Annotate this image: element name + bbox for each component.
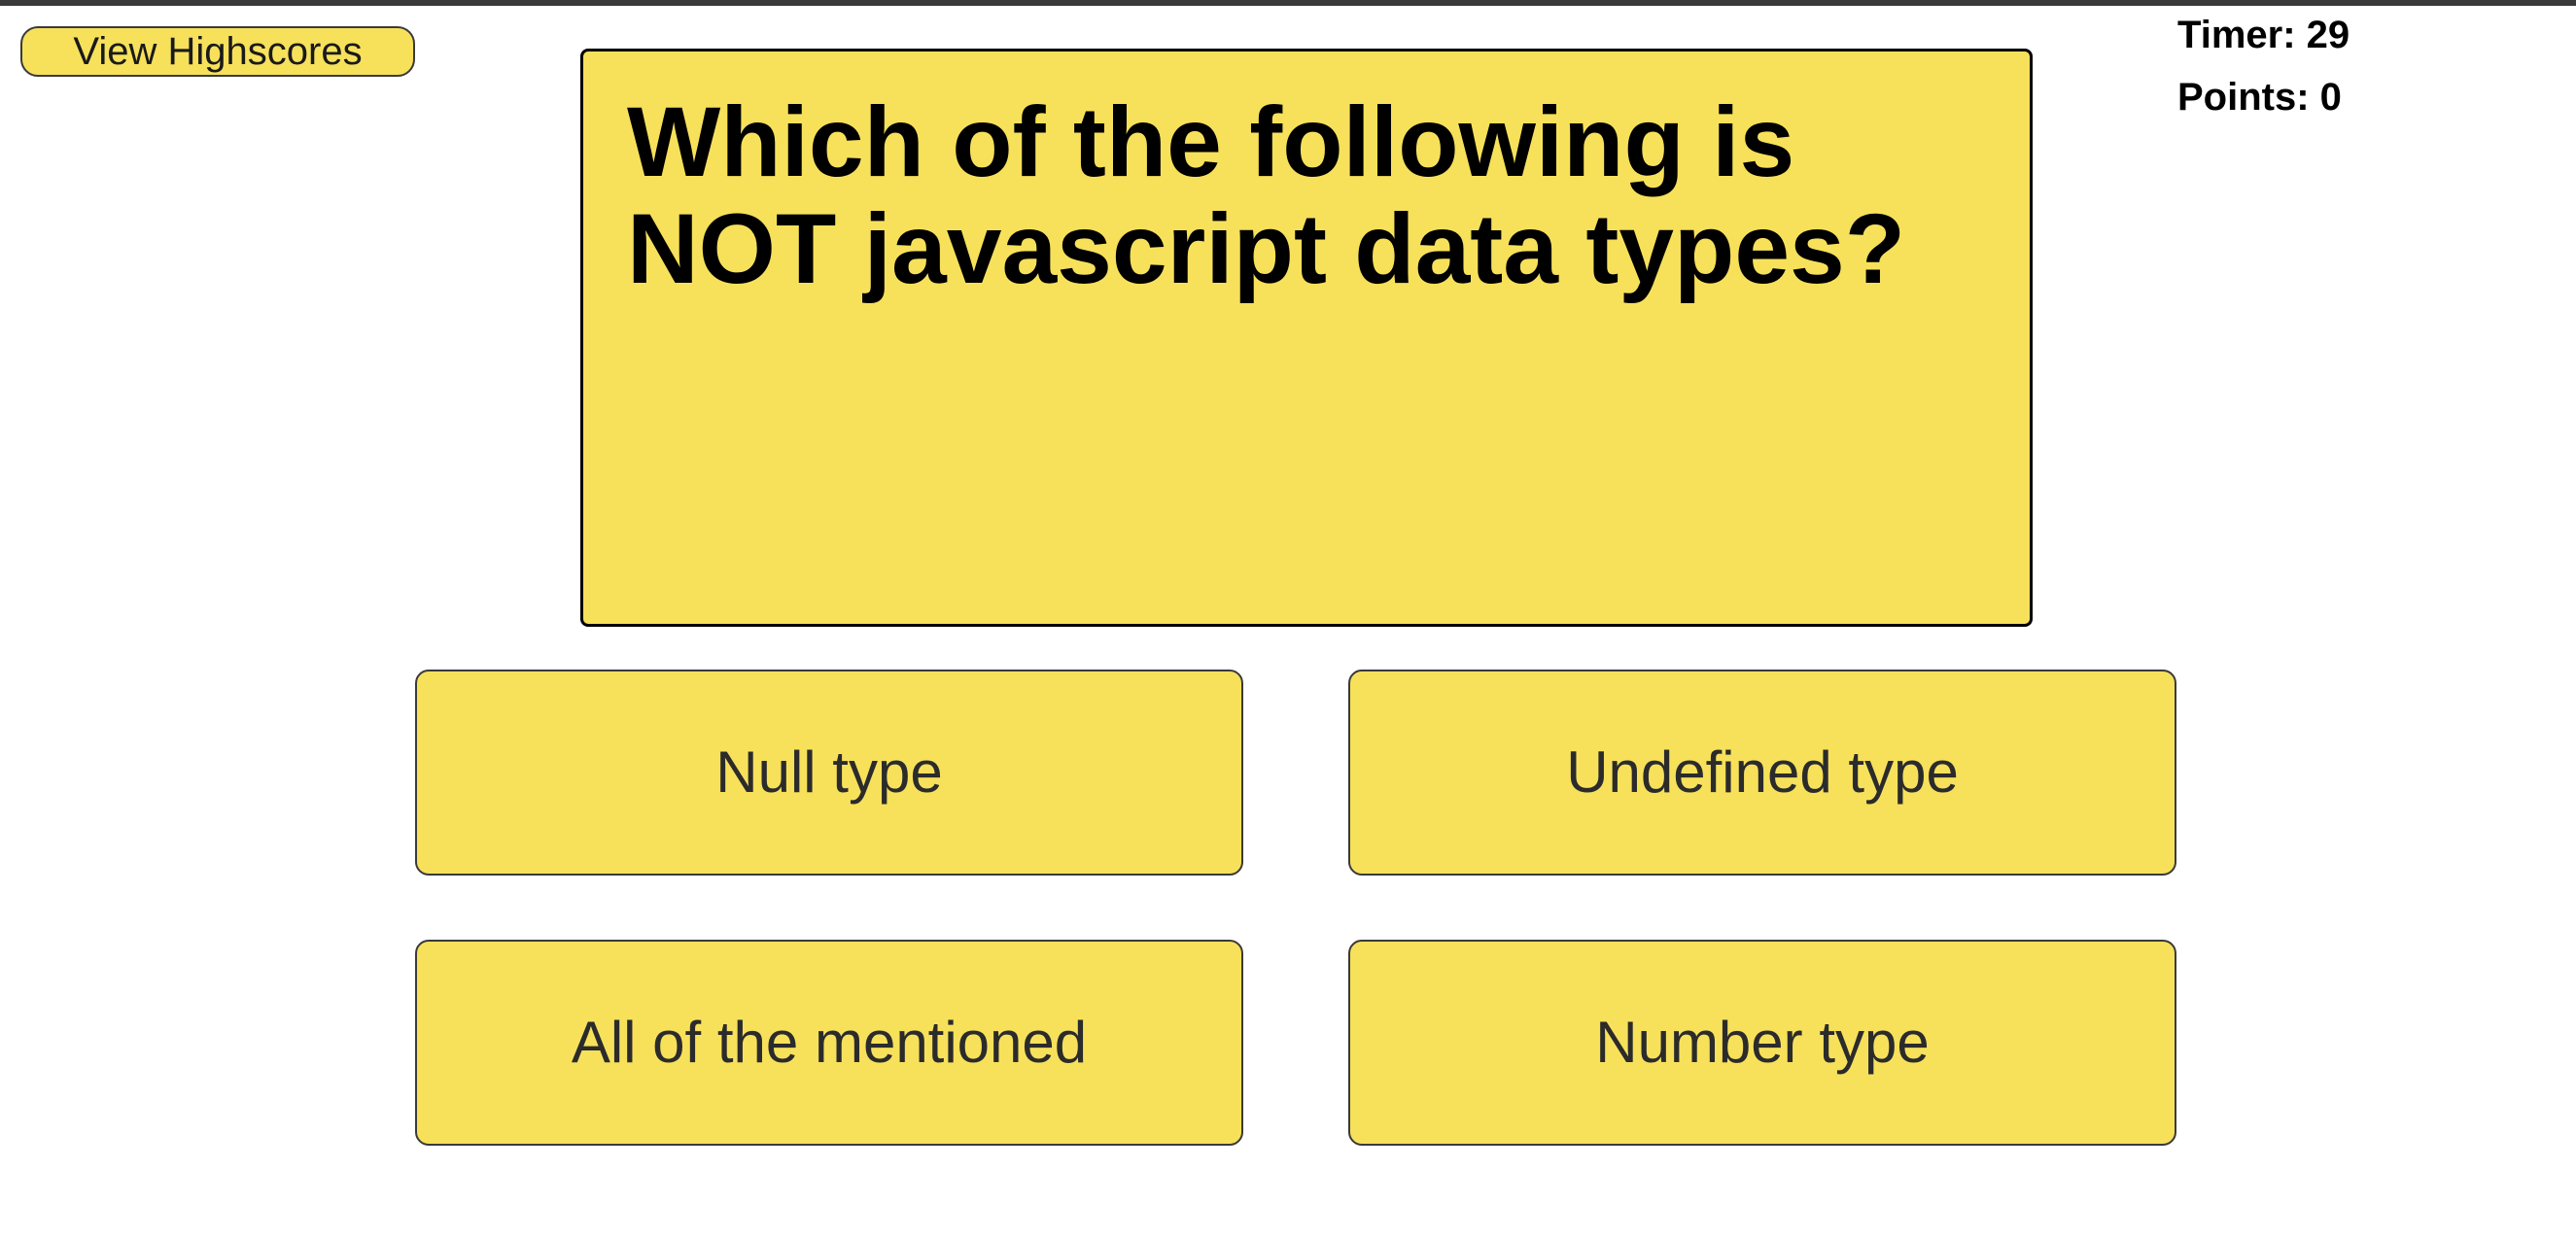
answer-button-3[interactable]: All of the mentioned bbox=[415, 940, 1243, 1146]
question-text: Which of the following is NOT javascript… bbox=[627, 86, 1906, 304]
points-display: Points: 0 bbox=[2177, 76, 2342, 119]
timer-display: Timer: 29 bbox=[2177, 14, 2350, 56]
top-border bbox=[0, 0, 2576, 6]
question-card: Which of the following is NOT javascript… bbox=[580, 49, 2033, 627]
answer-button-1[interactable]: Null type bbox=[415, 670, 1243, 876]
stats-panel: Timer: 29 Points: 0 bbox=[2177, 14, 2547, 138]
answer-button-4[interactable]: Number type bbox=[1348, 940, 2176, 1146]
view-highscores-button[interactable]: View Highscores bbox=[20, 26, 415, 77]
answer-button-2[interactable]: Undefined type bbox=[1348, 670, 2176, 876]
